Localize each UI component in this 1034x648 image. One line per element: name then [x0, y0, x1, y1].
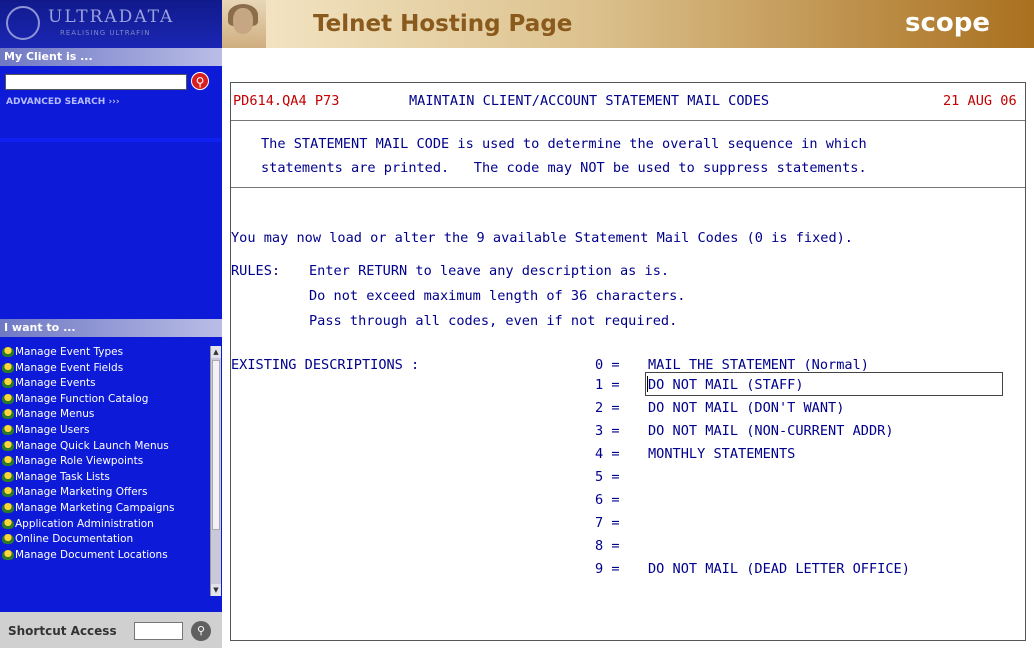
menu-item-online-documentation[interactable]: Online Documentation — [2, 533, 210, 545]
task-menu-list: Manage Event Types Manage Event Fields M… — [2, 346, 210, 600]
rules-label: RULES: — [231, 263, 281, 279]
code-description: DO NOT MAIL (DON'T WANT) — [648, 400, 845, 416]
code-number: 0 = — [595, 357, 620, 373]
menu-item-manage-events[interactable]: Manage Events — [2, 377, 210, 389]
page-header: Telnet Hosting Page scope — [222, 0, 1034, 48]
task-icon — [2, 424, 14, 435]
code-number: 3 = — [595, 423, 620, 439]
code-description: DO NOT MAIL (DEAD LETTER OFFICE) — [648, 561, 910, 577]
ultradata-logo-icon — [6, 6, 40, 40]
code-description: DO NOT MAIL (NON-CURRENT ADDR) — [648, 423, 894, 439]
client-search-input[interactable] — [5, 74, 187, 90]
divider — [231, 187, 1025, 188]
menu-item-manage-marketing-campaigns[interactable]: Manage Marketing Campaigns — [2, 502, 210, 514]
i-want-to-heading: I want to ... — [0, 319, 222, 337]
logo-tagline: REALISING ULTRAFIN — [60, 29, 151, 37]
menu-item-manage-event-types[interactable]: Manage Event Types — [2, 346, 210, 358]
task-icon — [2, 471, 14, 482]
menu-scrollbar[interactable]: ▲ ▼ — [210, 346, 221, 596]
page-title: Telnet Hosting Page — [313, 11, 573, 37]
existing-descriptions-label: EXISTING DESCRIPTIONS : — [231, 357, 420, 373]
task-icon — [2, 456, 14, 467]
task-icon — [2, 378, 14, 389]
shortcut-bar: Shortcut Access ⚲ — [0, 612, 222, 648]
menu-item-manage-menus[interactable]: Manage Menus — [2, 408, 210, 420]
search-icon[interactable]: ⚲ — [191, 72, 209, 90]
code-number: 9 = — [595, 561, 620, 577]
menu-item-manage-marketing-offers[interactable]: Manage Marketing Offers — [2, 486, 210, 498]
code-number: 8 = — [595, 538, 620, 554]
logo-name: ULTRADATA — [48, 7, 175, 27]
code-number: 4 = — [595, 446, 620, 462]
task-icon — [2, 362, 14, 373]
advanced-search-label: ADVANCED SEARCH — [6, 97, 106, 107]
divider — [231, 120, 1025, 121]
rule-line: Enter RETURN to leave any description as… — [309, 263, 670, 279]
scroll-up-arrow-icon[interactable]: ▲ — [211, 346, 221, 358]
code-description: MONTHLY STATEMENTS — [648, 446, 796, 462]
screen-title: MAINTAIN CLIENT/ACCOUNT STATEMENT MAIL C… — [409, 93, 770, 109]
info-line-1: The STATEMENT MAIL CODE is used to deter… — [261, 136, 867, 152]
scroll-down-arrow-icon[interactable]: ▼ — [211, 584, 221, 596]
logo-bar: ULTRADATA REALISING ULTRAFIN — [0, 0, 222, 48]
task-icon — [2, 440, 14, 451]
task-icon — [2, 502, 14, 513]
telnet-terminal[interactable]: PD614.QA4 P73 MAINTAIN CLIENT/ACCOUNT ST… — [230, 82, 1026, 641]
program-id: PD614.QA4 P73 — [233, 93, 340, 109]
menu-item-manage-task-lists[interactable]: Manage Task Lists — [2, 471, 210, 483]
shortcut-go-icon[interactable]: ⚲ — [191, 621, 211, 641]
menu-item-manage-quick-launch-menus[interactable]: Manage Quick Launch Menus — [2, 440, 210, 452]
task-icon — [2, 347, 14, 357]
advanced-search-link[interactable]: ADVANCED SEARCH ››› — [6, 97, 120, 107]
info-line-2: statements are printed. The code may NOT… — [261, 160, 867, 176]
code-description: MAIL THE STATEMENT (Normal) — [648, 357, 869, 373]
shortcut-label: Shortcut Access — [8, 624, 117, 638]
task-icon — [2, 549, 14, 560]
menu-item-manage-users[interactable]: Manage Users — [2, 424, 210, 436]
code-number: 1 = — [595, 377, 620, 393]
code-description: DO NOT MAIL (STAFF) — [648, 377, 804, 393]
scroll-thumb[interactable] — [212, 360, 220, 530]
task-icon — [2, 487, 14, 498]
sidebar: ULTRADATA REALISING ULTRAFIN My Client i… — [0, 0, 222, 648]
code-number: 6 = — [595, 492, 620, 508]
task-icon — [2, 393, 14, 404]
menu-item-manage-function-catalog[interactable]: Manage Function Catalog — [2, 393, 210, 405]
task-icon — [2, 409, 14, 420]
double-chevron-icon: ››› — [108, 97, 120, 107]
menu-item-application-administration[interactable]: Application Administration — [2, 518, 210, 530]
rule-line: Do not exceed maximum length of 36 chara… — [309, 288, 686, 304]
task-icon — [2, 534, 14, 545]
prompt-text: You may now load or alter the 9 availabl… — [231, 230, 853, 246]
code-number: 7 = — [595, 515, 620, 531]
code-number: 2 = — [595, 400, 620, 416]
menu-item-manage-role-viewpoints[interactable]: Manage Role Viewpoints — [2, 455, 210, 467]
avatar — [222, 0, 266, 48]
divider — [0, 138, 222, 142]
code-number: 5 = — [595, 469, 620, 485]
scope-logo: scope — [905, 8, 990, 38]
client-heading: My Client is ... — [0, 48, 222, 66]
description-edit-field[interactable]: DO NOT MAIL (STAFF) — [645, 372, 1003, 396]
menu-item-manage-event-fields[interactable]: Manage Event Fields — [2, 362, 210, 374]
menu-item-manage-document-locations[interactable]: Manage Document Locations — [2, 549, 210, 561]
task-icon — [2, 518, 14, 529]
shortcut-input[interactable] — [134, 622, 183, 640]
screen-date: 21 AUG 06 — [943, 93, 1017, 109]
rule-line: Pass through all codes, even if not requ… — [309, 313, 678, 329]
